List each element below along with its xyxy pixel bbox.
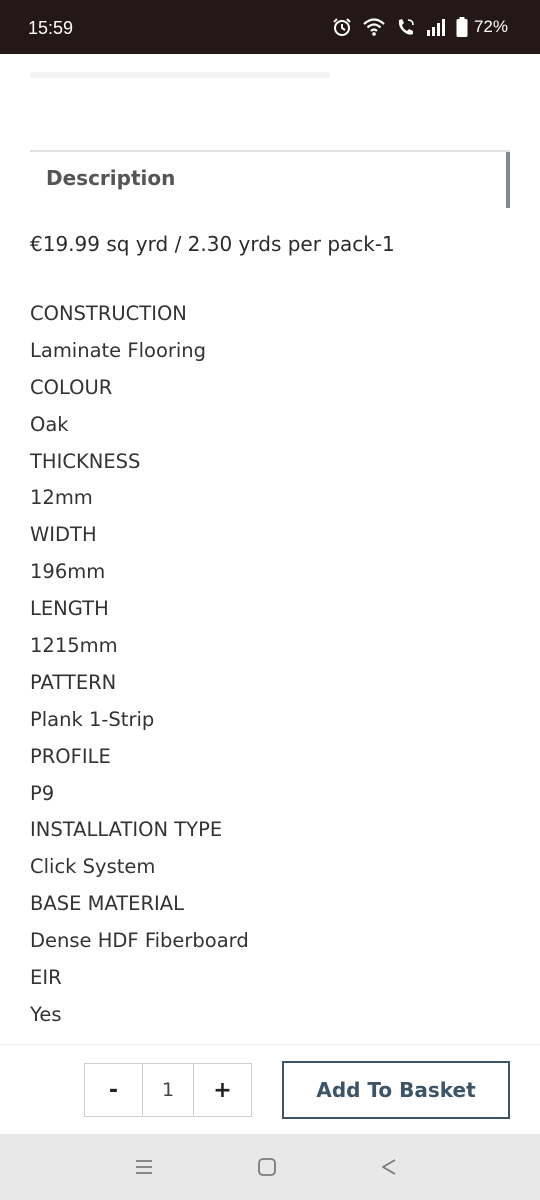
status-icons: 72% (332, 17, 508, 37)
spec-eir-value: Yes (30, 1002, 62, 1026)
spec-installation-type-heading: INSTALLATION TYPE (30, 818, 223, 842)
quantity-input[interactable]: 1 (142, 1064, 194, 1116)
status-bar: 15:59 72% (0, 0, 540, 54)
add-to-basket-button[interactable]: Add To Basket (282, 1061, 510, 1119)
spec-construction-value: Laminate Flooring (30, 338, 207, 362)
wifi-icon (362, 17, 386, 37)
spec-thickness-heading: THICKNESS (30, 449, 141, 473)
system-nav-bar (0, 1134, 540, 1200)
signal-icon (426, 18, 446, 36)
decrement-button[interactable]: - (85, 1064, 142, 1116)
spec-width-heading: WIDTH (30, 523, 97, 547)
price-per-pack: €19.99 sq yrd / 2.30 yrds per pack-1 (30, 232, 395, 256)
purchase-bar: - 1 + Add To Basket (0, 1044, 540, 1134)
battery-icon (456, 17, 468, 37)
spec-length-heading: LENGTH (30, 597, 109, 621)
home-icon[interactable] (254, 1154, 280, 1180)
spec-width-value: 196mm (30, 560, 106, 584)
increment-button[interactable]: + (194, 1064, 251, 1116)
alarm-icon (332, 17, 352, 37)
battery-percentage: 72% (473, 17, 508, 36)
quantity-stepper: - 1 + (84, 1063, 252, 1117)
spec-pattern-value: Plank 1-Strip (30, 707, 155, 731)
spec-colour-heading: COLOUR (30, 375, 113, 399)
spec-base-material-heading: BASE MATERIAL (30, 892, 185, 916)
spec-colour-value: Oak (30, 412, 69, 436)
status-time: 15:59 (28, 18, 74, 38)
spec-base-material-value: Dense HDF Fiberboard (30, 929, 249, 953)
spec-profile-heading: PROFILE (30, 744, 111, 768)
spec-eir-heading: EIR (30, 966, 62, 990)
description-tab-label: Description (46, 166, 176, 190)
spec-thickness-value: 12mm (30, 486, 93, 510)
back-icon[interactable] (376, 1154, 402, 1180)
spec-profile-value: P9 (30, 781, 55, 805)
spec-list: CONSTRUCTION Laminate Flooring COLOUR Oa… (30, 300, 249, 1038)
tab-scrollbar[interactable] (506, 152, 510, 208)
wifi-call-icon (396, 17, 416, 37)
spec-pattern-heading: PATTERN (30, 670, 117, 694)
spec-construction-heading: CONSTRUCTION (30, 302, 187, 325)
description-tab[interactable]: Description (30, 150, 510, 208)
spec-installation-type-value: Click System (30, 855, 156, 879)
spec-length-value: 1215mm (30, 634, 118, 658)
recent-apps-icon[interactable] (131, 1154, 157, 1180)
faded-header-text (30, 72, 330, 78)
